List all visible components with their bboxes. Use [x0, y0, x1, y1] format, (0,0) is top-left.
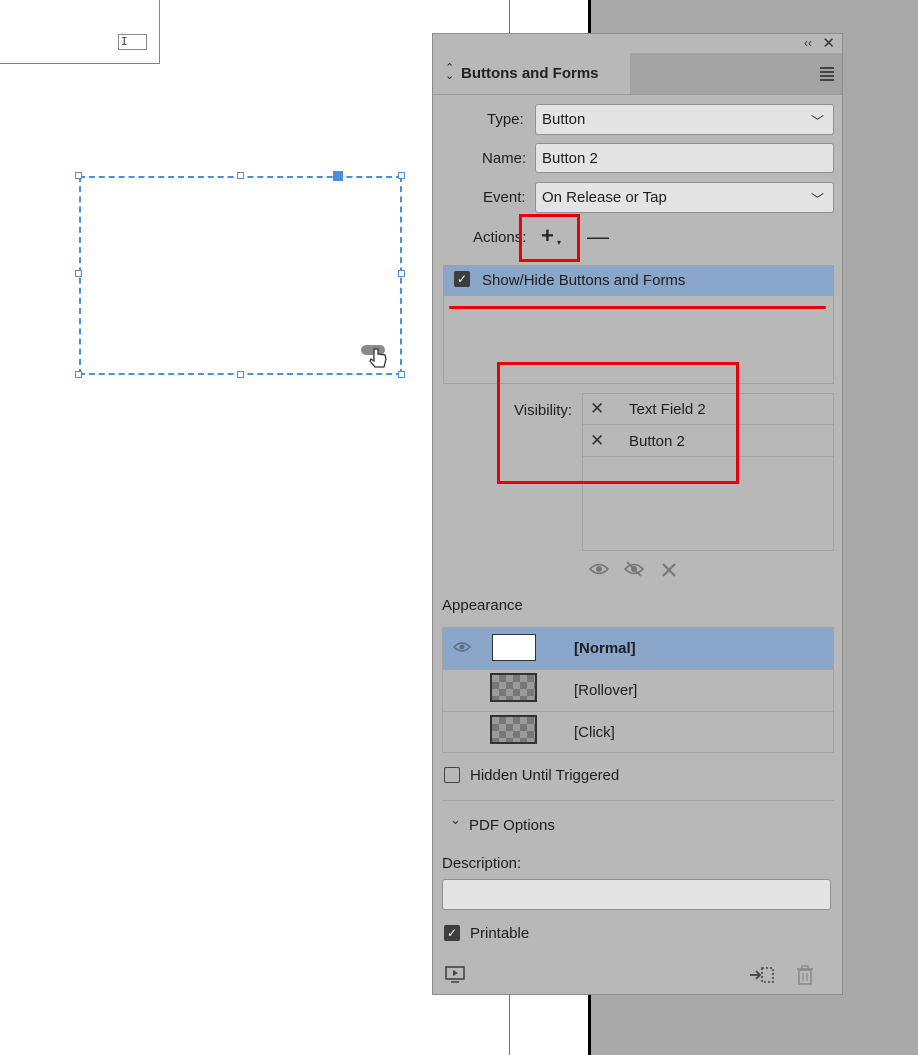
appearance-thumbnail: [492, 634, 536, 661]
resize-handle[interactable]: [75, 172, 82, 179]
event-dropdown[interactable]: On Release or Tap ﹀: [535, 182, 834, 213]
eye-slash-icon[interactable]: [623, 560, 645, 581]
appearance-row-click[interactable]: [Click]: [443, 712, 833, 754]
remove-action-button[interactable]: —: [587, 224, 609, 250]
resize-handle[interactable]: [398, 172, 405, 179]
add-action-button[interactable]: +: [541, 223, 554, 249]
printable-label: Printable: [470, 925, 530, 942]
annotation-box: [497, 362, 739, 484]
resize-handle[interactable]: [237, 371, 244, 378]
close-icon[interactable]: [661, 562, 677, 581]
panel-bottom-bar: [433, 960, 842, 994]
appearance-thumbnail: [490, 715, 537, 744]
eye-icon[interactable]: [452, 640, 472, 657]
panel-tabstrip: ⌃ ⌄ Buttons and Forms: [433, 53, 842, 95]
chevron-down-icon[interactable]: ⌄: [450, 812, 461, 828]
appearance-state-label: [Click]: [574, 724, 615, 741]
printable-checkbox[interactable]: ✓: [444, 925, 460, 941]
tab-buttons-and-forms[interactable]: ⌃ ⌄ Buttons and Forms: [433, 53, 630, 94]
divider: [442, 800, 834, 801]
chevron-down-icon: ﹀: [810, 114, 824, 129]
panel-menu-icon[interactable]: [820, 67, 834, 83]
type-dropdown[interactable]: Button ﹀: [535, 104, 834, 135]
resize-handle[interactable]: [398, 270, 405, 277]
collapse-panel-icon[interactable]: ‹‹: [804, 36, 812, 50]
pdf-options-toggle[interactable]: PDF Options: [469, 817, 555, 834]
event-value: On Release or Tap: [542, 189, 667, 206]
resize-handle[interactable]: [75, 270, 82, 277]
action-enabled-checkbox[interactable]: ✓: [454, 271, 470, 287]
description-field[interactable]: [442, 879, 831, 910]
name-value: Button 2: [542, 150, 598, 167]
text-field-frame[interactable]: I: [0, 0, 160, 64]
tab-expand-icon[interactable]: ⌃ ⌄: [445, 63, 454, 82]
buttons-and-forms-panel: ‹‹ ✕ ⌃ ⌄ Buttons and Forms Type: Button ﹀…: [432, 33, 843, 995]
type-label: Type:: [487, 111, 524, 128]
panel-title: Buttons and Forms: [461, 65, 599, 82]
name-field[interactable]: Button 2: [535, 143, 834, 173]
button-hand-icon: [360, 343, 390, 372]
preview-icon[interactable]: [445, 966, 465, 987]
resize-handle[interactable]: [398, 371, 405, 378]
text-field-icon: I: [118, 34, 147, 50]
resize-handle[interactable]: [237, 172, 244, 179]
chevron-down-icon: ﹀: [810, 192, 824, 207]
action-label: Show/Hide Buttons and Forms: [482, 272, 686, 289]
add-action-dropdown-icon: ▾: [557, 238, 562, 247]
action-row-selected[interactable]: ✓ Show/Hide Buttons and Forms: [444, 266, 833, 296]
frame-anchor-handle[interactable]: [333, 171, 343, 181]
panel-title-bar[interactable]: ‹‹ ✕: [433, 34, 842, 53]
hidden-until-triggered-label: Hidden Until Triggered: [470, 767, 620, 784]
description-label: Description:: [442, 855, 522, 872]
appearance-row-rollover[interactable]: [Rollover]: [443, 670, 833, 712]
appearance-state-label: [Normal]: [574, 640, 636, 657]
eye-icon[interactable]: [588, 562, 610, 579]
annotation-underline: [449, 306, 826, 309]
event-label: Event:: [483, 189, 526, 206]
appearance-state-label: [Rollover]: [574, 682, 638, 699]
button-frame-selected[interactable]: [79, 176, 402, 375]
appearance-label: Appearance: [442, 597, 523, 614]
convert-to-object-icon[interactable]: [749, 965, 775, 988]
hidden-until-triggered-checkbox[interactable]: [444, 767, 460, 783]
appearance-row-normal[interactable]: [Normal]: [443, 628, 833, 670]
close-panel-icon[interactable]: ✕: [822, 34, 835, 52]
appearance-thumbnail: [490, 673, 537, 702]
resize-handle[interactable]: [75, 371, 82, 378]
trash-icon[interactable]: [796, 965, 814, 988]
name-label: Name:: [482, 150, 527, 167]
appearance-list: [Normal] [Rollover] [Click]: [442, 627, 834, 753]
type-value: Button: [542, 111, 586, 128]
